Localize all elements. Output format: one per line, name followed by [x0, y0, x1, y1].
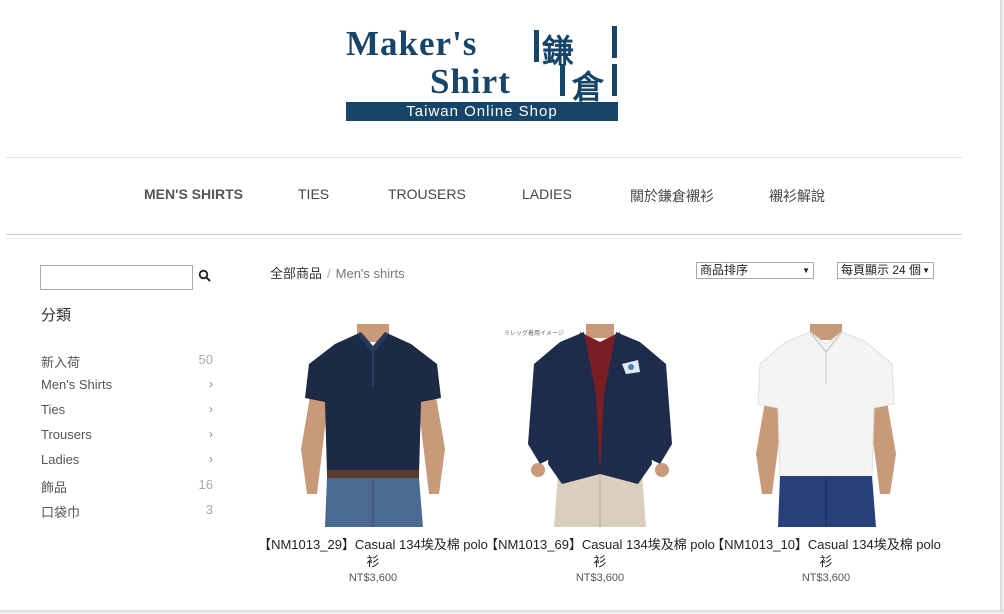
nav-item-ladies[interactable]: LADIES — [522, 186, 572, 202]
main-nav: MEN'S SHIRTS TIES TROUSERS LADIES 關於鎌倉襯衫… — [0, 186, 1004, 206]
logo-bar — [612, 26, 617, 58]
nav-item-shirt-guide[interactable]: 襯衫解說 — [769, 186, 825, 206]
category-title: 分類 — [41, 307, 72, 324]
category-label: Trousers — [41, 427, 92, 442]
image-note: ※レッグ着用イメージ — [504, 331, 564, 337]
sort-select-value: 商品排序 — [700, 263, 749, 277]
product-card[interactable]: 【NM1013_10】Casual 134埃及棉 polo衫 NT$3,600 — [711, 324, 941, 584]
product-price: NT$3,600 — [348, 572, 398, 584]
category-label: 新入荷 — [41, 355, 81, 370]
breadcrumb-root[interactable]: 全部商品 — [270, 266, 322, 281]
nav-item-about[interactable]: 關於鎌倉襯衫 — [630, 186, 714, 206]
logo-kanji-1: 鎌 — [542, 32, 575, 70]
logo-line1: Maker's — [346, 24, 478, 63]
category-count: 16 — [198, 477, 213, 492]
category-item-new[interactable]: 新入荷 50 — [41, 352, 213, 377]
sort-select[interactable]: 商品排序 ▼ — [696, 262, 814, 279]
category-label: Ladies — [41, 452, 80, 467]
per-page-select-value: 每頁顯示 24 個 — [841, 263, 922, 277]
category-item-ties[interactable]: Ties › — [41, 402, 213, 427]
product-price: NT$3,600 — [801, 572, 851, 584]
product-price: NT$3,600 — [575, 572, 625, 584]
product-card[interactable]: 【NM1013_29】Casual 134埃及棉 polo衫 NT$3,600 — [258, 324, 488, 584]
product-name[interactable]: 【NM1013_29】Casual 134埃及棉 polo衫 — [253, 536, 493, 570]
category-item-pocket-square[interactable]: 口袋巾 3 — [41, 502, 213, 527]
category-label: 口袋巾 — [41, 505, 81, 520]
product-name[interactable]: 【NM1013_10】Casual 134埃及棉 polo衫 — [706, 536, 946, 570]
nav-item-trousers[interactable]: TROUSERS — [388, 186, 466, 202]
logo-bar — [560, 64, 565, 96]
site-logo[interactable]: Maker's 鎌 Shirt 倉 Taiwan Online Shop — [346, 24, 620, 124]
chevron-right-icon[interactable]: › — [209, 427, 213, 441]
category-count: 3 — [205, 502, 213, 517]
category-count: 50 — [198, 352, 213, 367]
nav-divider — [6, 234, 962, 239]
logo-bar — [612, 64, 617, 96]
logo-tagline: Taiwan Online Shop — [346, 102, 618, 121]
chevron-right-icon[interactable]: › — [209, 377, 213, 391]
category-item-mens-shirts[interactable]: Men's Shirts › — [41, 377, 213, 402]
logo-line2: Shirt — [430, 62, 511, 101]
category-item-accessories[interactable]: 飾品 16 — [41, 477, 213, 502]
product-card[interactable]: ※レッグ着用イメージ 【NM1013_69】Casual 134埃及棉 polo… — [485, 324, 715, 584]
frame-shadow-right — [1000, 0, 1004, 614]
dropdown-arrow-icon: ▼ — [802, 266, 810, 275]
category-label: Ties — [41, 402, 66, 417]
category-label: 飾品 — [41, 480, 68, 495]
logo-bar — [534, 30, 539, 62]
chevron-right-icon[interactable]: › — [209, 402, 213, 416]
breadcrumb: 全部商品 / Men's shirts — [270, 263, 405, 282]
search-icon[interactable] — [198, 269, 212, 283]
product-image[interactable]: ※レッグ着用イメージ — [500, 324, 700, 527]
chevron-right-icon[interactable]: › — [209, 452, 213, 466]
category-list: 新入荷 50 Men's Shirts › Ties › Trousers › … — [41, 352, 213, 527]
search-input[interactable] — [40, 265, 193, 290]
nav-item-mens-shirts[interactable]: MEN'S SHIRTS — [144, 186, 243, 202]
category-item-trousers[interactable]: Trousers › — [41, 427, 213, 452]
frame-shadow-bottom — [0, 610, 1004, 614]
category-item-ladies[interactable]: Ladies › — [41, 452, 213, 477]
header-divider — [6, 157, 962, 158]
category-label: Men's Shirts — [41, 377, 113, 392]
product-image[interactable] — [273, 324, 473, 527]
breadcrumb-current: Men's shirts — [335, 266, 405, 281]
product-image[interactable] — [726, 324, 926, 527]
dropdown-arrow-icon: ▼ — [922, 266, 930, 275]
per-page-select[interactable]: 每頁顯示 24 個 ▼ — [837, 262, 934, 279]
nav-item-ties[interactable]: TIES — [298, 186, 329, 202]
breadcrumb-separator: / — [327, 266, 331, 281]
product-name[interactable]: 【NM1013_69】Casual 134埃及棉 polo衫 — [480, 536, 720, 570]
